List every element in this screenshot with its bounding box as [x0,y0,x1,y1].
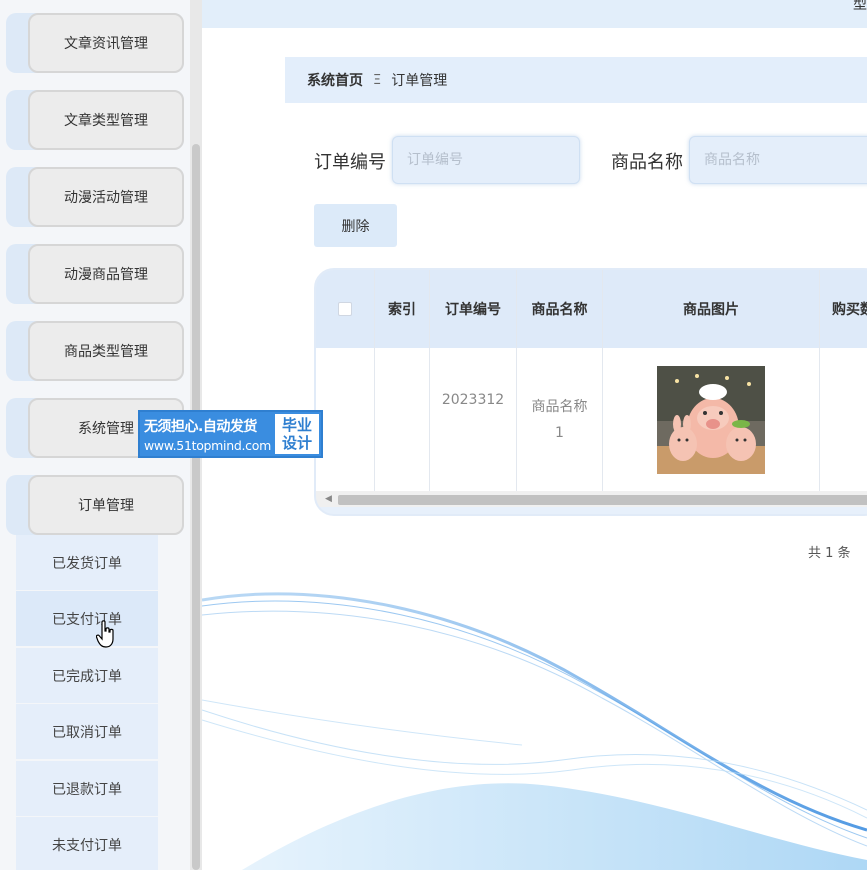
menu-item-label: 动漫活动管理 [28,167,184,227]
menu-item-anime-product[interactable]: 动漫商品管理 [6,244,184,304]
table-header: 索引 订单编号 商品名称 商品图片 购买数 [316,270,867,348]
order-no-input[interactable] [392,136,580,184]
product-name-value-suffix: 1 [555,424,564,441]
watermark-badge-line2: 设计 [282,434,313,452]
menu-item-orders[interactable]: 订单管理 [6,475,184,535]
menu-item-label: 文章类型管理 [28,90,184,150]
scroll-left-arrow-icon[interactable]: ◀ [325,494,332,504]
sidebar-scrollbar-thumb[interactable] [192,144,200,870]
order-no-label: 订单编号 [314,152,386,173]
sub-item-completed-orders[interactable]: 已完成订单 [16,648,158,703]
table-row[interactable]: 2023312 商品名称 1 [316,348,867,491]
breadcrumb-current: 订单管理 [391,73,448,89]
sub-item-shipped-orders[interactable]: 已发货订单 [16,535,158,590]
top-bar-title-fragment: 型 [853,0,867,13]
column-header[interactable]: 索引 [375,270,430,348]
watermark-text: 无须担心.自动发货 www.51topmind.com [140,412,273,456]
watermark-line2: www.51topmind.com [144,437,271,453]
menu-item-label: 商品类型管理 [28,321,184,381]
order-no-cell: 2023312 [430,348,517,491]
top-bar: 型 [202,0,867,28]
product-name-label: 商品名称 [611,152,683,173]
menu-item-product-type[interactable]: 商品类型管理 [6,321,184,381]
quantity-cell: 1 [820,348,867,491]
product-name-value: 商品名称 [531,398,588,415]
breadcrumb-separator-icon: Ξ [373,72,382,88]
breadcrumb: 系统首页 Ξ 订单管理 [285,57,867,103]
delete-button[interactable]: 删除 [314,204,397,247]
orders-table: 索引 订单编号 商品名称 商品图片 购买数 2023312 商品名称 1 [314,268,867,516]
menu-item-label: 订单管理 [28,475,184,535]
column-header[interactable]: 商品图片 [603,270,820,348]
product-name-input[interactable] [689,136,867,184]
header-select-cell [316,270,375,348]
product-image-cell [603,348,820,491]
pagination-total: 共 1 条 [808,546,851,561]
menu-item-anime-activity[interactable]: 动漫活动管理 [6,167,184,227]
hand-cursor-icon [96,620,114,648]
index-cell [375,348,430,491]
select-all-checkbox[interactable] [338,302,352,316]
watermark-line1: 无须担心.自动发货 [144,418,257,435]
product-image[interactable] [657,365,765,474]
watermark-badge: 毕业 设计 [275,414,319,454]
menu-item-label: 文章资讯管理 [28,13,184,73]
menu-item-label: 动漫商品管理 [28,244,184,304]
order-no-value: 2023312 [441,391,505,408]
table-horizontal-scrollbar[interactable]: ◀ [316,491,867,507]
table-scrollbar-thumb[interactable] [338,495,867,505]
breadcrumb-home[interactable]: 系统首页 [307,70,363,90]
menu-item-article-type[interactable]: 文章类型管理 [6,90,184,150]
column-header[interactable]: 订单编号 [430,270,517,348]
sub-item-unpaid-orders[interactable]: 未支付订单 [16,817,158,870]
sub-item-paid-orders[interactable]: 已支付订单 [16,591,158,646]
sub-item-refunded-orders[interactable]: 已退款订单 [16,761,158,816]
row-select-cell[interactable] [316,348,375,491]
product-name-cell: 商品名称 1 [517,348,603,491]
column-header[interactable]: 购买数 [820,270,867,348]
column-header[interactable]: 商品名称 [517,270,603,348]
watermark-banner: 无须担心.自动发货 www.51topmind.com 毕业 设计 [138,410,323,458]
watermark-badge-line1: 毕业 [282,416,313,434]
sub-item-cancelled-orders[interactable]: 已取消订单 [16,704,158,759]
menu-item-article-info[interactable]: 文章资讯管理 [6,13,184,73]
background-waves [202,592,867,870]
